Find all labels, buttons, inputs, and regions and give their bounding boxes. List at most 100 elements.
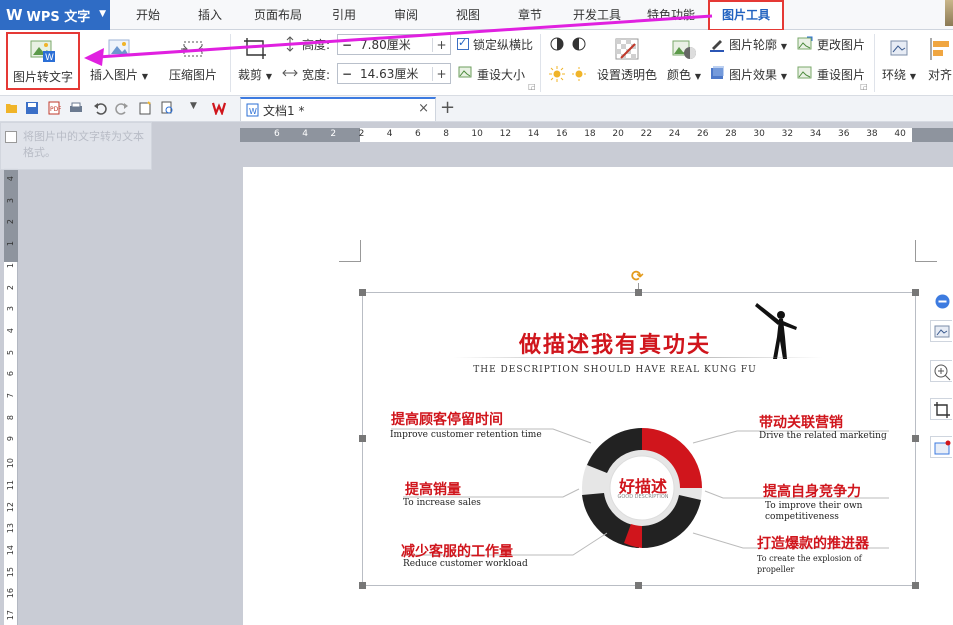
- ruler-tick-label: 38: [866, 129, 878, 139]
- feature-desc-1: Improve customer retention time: [390, 430, 542, 440]
- contrast-decrease-icon[interactable]: [571, 36, 587, 52]
- ruler-tick-label: 2: [358, 129, 365, 139]
- set-transparent-color-button[interactable]: 设置透明色: [594, 32, 660, 90]
- ruler-tick-label: 16: [6, 588, 15, 599]
- ruler-tick-label: 28: [725, 129, 737, 139]
- tooltip-icon: [5, 131, 17, 143]
- resize-handle-e[interactable]: [912, 435, 919, 442]
- reset-size-label[interactable]: 重设大小: [477, 66, 525, 83]
- print-icon[interactable]: [69, 101, 83, 115]
- tab-page-layout[interactable]: 页面布局: [246, 0, 310, 30]
- brightness-increase-icon[interactable]: [549, 66, 565, 82]
- ruler-tick-label: 30: [753, 129, 765, 139]
- compress-picture-button[interactable]: 压缩图片: [162, 32, 224, 90]
- ruler-tick-label: 26: [697, 129, 709, 139]
- document-tab[interactable]: W 文档1 * ×: [240, 97, 436, 121]
- picture-outline-button[interactable]: 图片轮廓 ▼: [729, 36, 787, 53]
- resize-handle-se[interactable]: [912, 582, 919, 589]
- ruler-tick-label: 18: [584, 129, 596, 139]
- ruler-tick-label: 12: [6, 501, 15, 512]
- redo-icon[interactable]: [115, 101, 129, 115]
- ruler-tick-label: 2: [330, 129, 337, 139]
- lock-ratio-checkbox[interactable]: [457, 36, 469, 50]
- decrease-width-button[interactable]: −: [338, 67, 356, 81]
- contrast-increase-icon[interactable]: [549, 36, 565, 52]
- ruler-tick-label: 4: [6, 176, 15, 182]
- tab-section[interactable]: 章节: [506, 0, 554, 30]
- wps-home-icon[interactable]: [212, 101, 226, 115]
- save-icon[interactable]: [25, 101, 39, 115]
- picture-to-text-tooltip: 将图片中的文字转为文本格式。: [0, 122, 152, 170]
- resize-handle-n[interactable]: [635, 289, 642, 296]
- tab-features[interactable]: 特色功能: [638, 0, 704, 30]
- tab-insert[interactable]: 插入: [186, 0, 234, 30]
- collapse-minus-icon[interactable]: [935, 294, 950, 309]
- print-preview-icon[interactable]: [160, 101, 174, 115]
- ruler-tick-label: 10: [471, 129, 483, 139]
- reset-picture-button[interactable]: 重设图片: [817, 66, 865, 83]
- resize-handle-s[interactable]: [635, 582, 642, 589]
- feature-desc-5: To improve their own competitiveness: [765, 501, 863, 522]
- ruler-tick-label: 24: [668, 129, 681, 139]
- horizontal-ruler[interactable]: 6 4 2 2 4 6 8 10 12 14 16 18 20 22 24 26 28 30 32 34 36 38 40: [240, 128, 953, 142]
- height-label: 高度:: [302, 38, 331, 52]
- ruler-tick-label: 9: [6, 436, 15, 442]
- decrease-height-button[interactable]: −: [338, 38, 356, 52]
- vertical-ruler[interactable]: 4 3 2 1 1 2 3 4 5 6 7 8 9 10 11 12 13 14 15 16 17: [4, 168, 18, 625]
- color-icon: [672, 40, 696, 59]
- crop-button[interactable]: 裁剪 ▼: [234, 32, 276, 90]
- tooltip-text: 将图片中的文字转为文本格式。: [23, 130, 144, 159]
- tab-view[interactable]: 视图: [444, 0, 492, 30]
- ruler-tick-label: 11: [6, 479, 15, 490]
- align-button[interactable]: 对齐: [924, 32, 953, 90]
- picture-dialog-launcher-icon[interactable]: ◲: [860, 82, 868, 91]
- feature-desc-3: Reduce customer workload: [403, 559, 528, 569]
- change-picture-button[interactable]: 更改图片: [817, 36, 865, 53]
- picture-to-text-button[interactable]: W 图片转文字: [6, 32, 80, 90]
- new-document-icon[interactable]: [138, 101, 152, 115]
- undo-icon[interactable]: [93, 101, 107, 115]
- picture-effect-button[interactable]: 图片效果 ▼: [729, 66, 787, 83]
- tab-references[interactable]: 引用: [320, 0, 368, 30]
- selected-picture[interactable]: 做描述我有真功夫 THE DESCRIPTION SHOULD HAVE REA…: [362, 292, 916, 586]
- size-dialog-launcher-icon[interactable]: ◲: [528, 82, 536, 91]
- resize-handle-nw[interactable]: [359, 289, 366, 296]
- picture-effect-label: 图片效果: [729, 68, 778, 82]
- close-tab-icon[interactable]: ×: [418, 101, 429, 116]
- ruler-tick-label: 4: [6, 327, 15, 333]
- resize-handle-sw[interactable]: [359, 582, 366, 589]
- insert-picture-button[interactable]: 插入图片 ▼: [86, 32, 152, 90]
- brightness-decrease-icon[interactable]: [571, 66, 587, 82]
- reset-size-icon[interactable]: [457, 64, 473, 80]
- feature-label-4: 带动关联营销: [759, 415, 843, 431]
- crop-icon: [244, 38, 266, 59]
- tab-developer[interactable]: 开发工具: [564, 0, 630, 30]
- picture-border-icon[interactable]: [930, 436, 952, 458]
- tab-picture-tools[interactable]: 图片工具: [708, 0, 784, 31]
- tab-review[interactable]: 审阅: [382, 0, 430, 30]
- export-pdf-icon[interactable]: PDF: [47, 101, 61, 115]
- resize-handle-ne[interactable]: [912, 289, 919, 296]
- open-folder-icon[interactable]: [5, 101, 19, 115]
- crop-tool-icon[interactable]: [930, 398, 952, 420]
- color-button[interactable]: 颜色 ▼: [664, 32, 704, 90]
- resize-handle-w[interactable]: [359, 435, 366, 442]
- ruler-margin-area: [4, 168, 18, 262]
- layout-options-icon[interactable]: [930, 320, 952, 342]
- ruler-tick-label: 40: [894, 129, 906, 139]
- wrap-text-label: 环绕: [882, 68, 907, 82]
- customize-toolbar-chevron-icon[interactable]: ▼: [190, 101, 197, 111]
- tab-home[interactable]: 开始: [124, 0, 172, 30]
- ruler-tick-label: 1: [6, 241, 15, 247]
- picture-outline-icon: [710, 40, 724, 52]
- height-field[interactable]: − 7.80厘米 +: [337, 34, 451, 55]
- width-field[interactable]: − 14.63厘米 +: [337, 63, 451, 84]
- increase-height-button[interactable]: +: [432, 37, 450, 52]
- app-menu-button[interactable]: W WPS 文字 ▼: [0, 0, 110, 30]
- zoom-in-icon[interactable]: [930, 360, 952, 382]
- ruler-tick-label: 8: [6, 414, 15, 420]
- increase-width-button[interactable]: +: [432, 66, 450, 81]
- new-tab-plus-icon[interactable]: +: [440, 97, 455, 118]
- wrap-text-button[interactable]: 环绕 ▼: [880, 32, 918, 90]
- feature-label-6: 打造爆款的推进器: [757, 536, 869, 552]
